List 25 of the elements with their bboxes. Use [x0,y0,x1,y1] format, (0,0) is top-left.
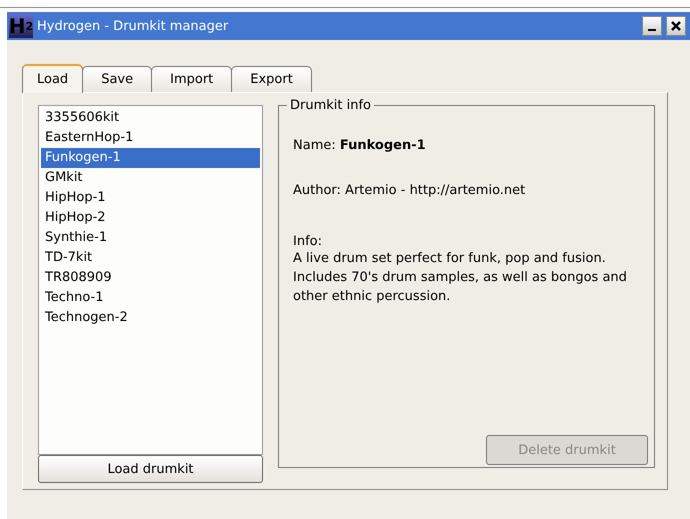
minimize-icon [648,29,656,31]
drumkit-list-item[interactable]: Technogen-2 [41,308,260,328]
drumkit-name: Name: Funkogen-1 [293,138,427,153]
drumkit-list-item[interactable]: Synthie-1 [41,228,260,248]
load-drumkit-button[interactable]: Load drumkit [38,455,263,483]
drumkit-author: Author: Artemio - http://artemio.net [293,183,526,198]
drumkit-list-item[interactable]: HipHop-1 [41,188,260,208]
drumkit-description: A live drum set perfect for funk, pop and fusion. Includes 70's drum samples, as well as bongos and other ethnic percussion. [293,250,628,306]
drumkit-list-item[interactable]: TD-7kit [41,248,260,268]
close-button[interactable] [666,16,686,36]
drumkit-list-item[interactable]: EasternHop-1 [41,128,260,148]
drumkit-list-item[interactable]: Funkogen-1 [41,148,260,168]
drumkit-list-item[interactable]: HipHop-2 [41,208,260,228]
drumkit-list-item[interactable]: GMkit [41,168,260,188]
tab[interactable]: Load [22,64,84,93]
tab[interactable]: Export [231,66,312,92]
drumkit-list-item[interactable]: Techno-1 [41,288,260,308]
window-title: Hydrogen - Drumkit manager [37,18,228,34]
drumkit-list-item[interactable]: 3355606kit [41,108,260,128]
close-icon [670,20,682,32]
tab[interactable]: Save [82,66,152,92]
drumkit-list-item[interactable]: TR808909 [41,268,260,288]
minimize-button[interactable] [642,16,662,36]
tab[interactable]: Import [151,66,232,92]
info-label: Info: [293,234,323,249]
